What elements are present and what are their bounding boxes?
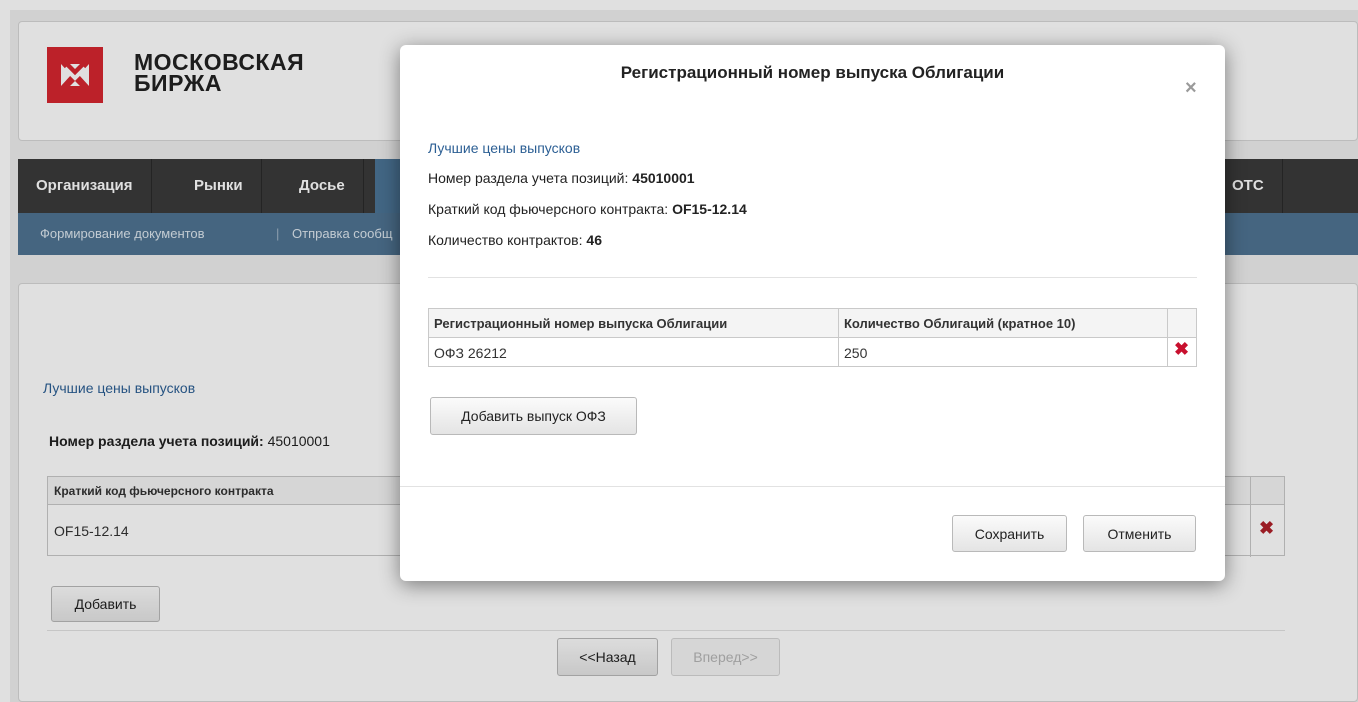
delete-bond-icon[interactable]: ✖ [1174,339,1189,360]
bonds-cell-quantity[interactable]: 250 [839,339,867,367]
modal-contract-value: OF15-12.14 [672,201,747,217]
bonds-column-separator [838,309,839,366]
modal-quantity-label: Количество контрактов: [428,232,583,248]
modal-position-label: Номер раздела учета позиций: [428,170,629,186]
bonds-cell-reg-number[interactable]: ОФЗ 26212 [429,339,507,367]
modal-contract-line: Краткий код фьючерсного контракта: OF15-… [428,201,747,217]
modal-contract-label: Краткий код фьючерсного контракта: [428,201,669,217]
modal-quantity-value: 46 [586,232,602,248]
bonds-header-quantity: Количество Облигаций (кратное 10) [839,309,1168,338]
modal-best-prices-link[interactable]: Лучшие цены выпусков [428,140,580,156]
modal-divider [428,277,1197,278]
bond-registration-modal: Регистрационный номер выпуска Облигации … [400,45,1225,581]
bonds-table: Регистрационный номер выпуска Облигации … [428,308,1197,367]
modal-position-value: 45010001 [632,170,695,186]
modal-quantity-line: Количество контрактов: 46 [428,232,602,248]
add-ofz-button[interactable]: Добавить выпуск ОФЗ [430,397,637,435]
bonds-column-separator [1167,309,1168,366]
save-button[interactable]: Сохранить [952,515,1067,552]
bonds-header-actions [1168,309,1196,338]
modal-title: Регистрационный номер выпуска Облигации [620,63,1005,82]
modal-position-line: Номер раздела учета позиций: 45010001 [428,170,695,186]
modal-footer-divider [400,486,1225,487]
bonds-header-reg-number: Регистрационный номер выпуска Облигации [429,309,839,338]
cancel-button[interactable]: Отменить [1083,515,1196,552]
close-icon[interactable]: × [1185,77,1197,100]
